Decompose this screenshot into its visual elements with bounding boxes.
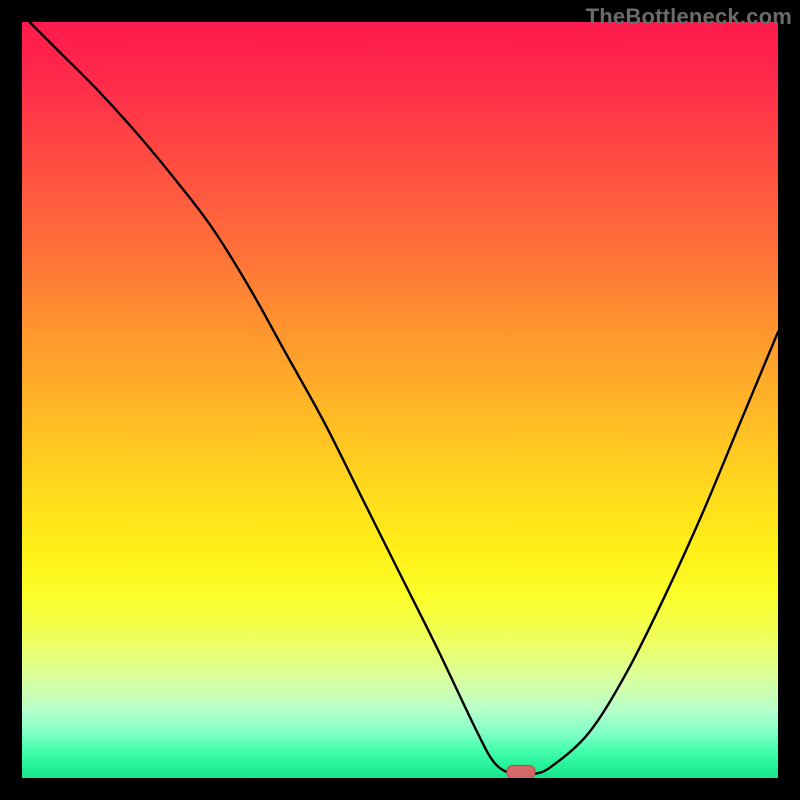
plot-area: [22, 22, 778, 778]
min-marker: [507, 765, 535, 778]
watermark-text: TheBottleneck.com: [586, 4, 792, 30]
bottleneck-chart: TheBottleneck.com: [0, 0, 800, 800]
bottleneck-curve: [22, 22, 778, 775]
curve-layer: [22, 22, 778, 778]
